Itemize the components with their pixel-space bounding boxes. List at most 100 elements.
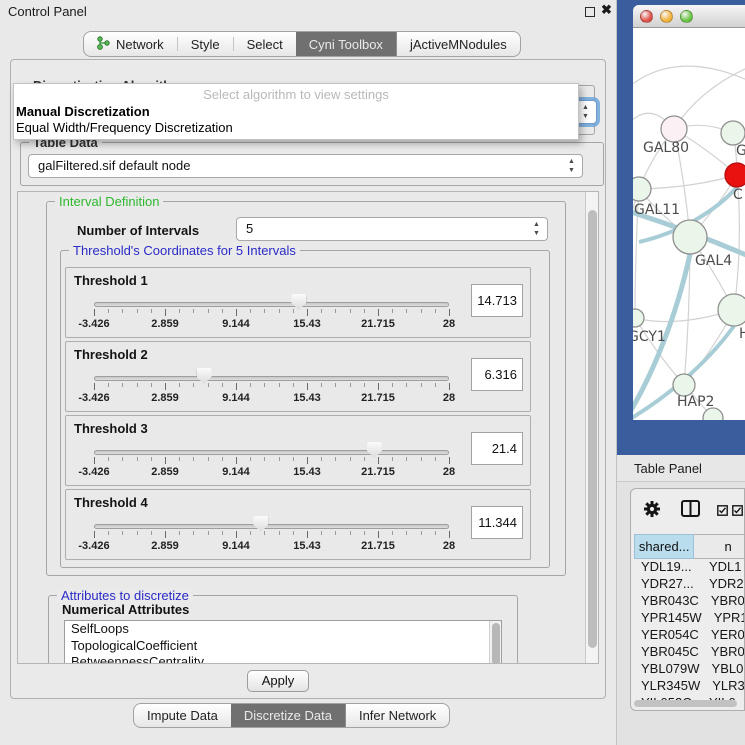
table-row[interactable]: YBR043CYBR0 <box>634 593 745 610</box>
tick-mark <box>335 309 336 313</box>
scale-label: 28 <box>419 466 479 478</box>
tick-mark <box>279 531 280 535</box>
close-icon[interactable]: ✖ <box>601 2 612 18</box>
threshold-label: Threshold 2 <box>74 347 148 362</box>
apply-button[interactable]: Apply <box>247 670 309 692</box>
tick-mark <box>406 457 407 461</box>
scale-label: 21.715 <box>348 466 408 478</box>
settings-scrollbar[interactable] <box>585 192 598 663</box>
slider-track[interactable] <box>94 302 449 307</box>
attributes-scrollbar[interactable] <box>489 621 501 664</box>
network-edge[interactable] <box>674 68 745 129</box>
threshold-value-field[interactable]: 6.316 <box>471 358 523 391</box>
num-intervals-combobox[interactable]: 5 ▲▼ <box>236 217 548 241</box>
network-node-label: H <box>739 326 745 342</box>
network-node-node-top-right[interactable] <box>721 121 745 145</box>
mac-minimize-button[interactable] <box>660 10 673 23</box>
table-horizontal-scrollbar[interactable] <box>633 700 744 708</box>
threshold-value-field[interactable]: 14.713 <box>471 284 523 317</box>
tab-impute-data[interactable]: Impute Data <box>134 704 231 727</box>
scale-label: 28 <box>419 318 479 330</box>
attribute-list-item[interactable]: SelfLoops <box>65 621 501 638</box>
tick-mark <box>264 383 265 387</box>
tab-style[interactable]: Style <box>178 32 233 56</box>
attribute-list-item[interactable]: TopologicalCoefficient <box>65 638 501 655</box>
threshold-row: Threshold 1-3.4262.8599.14415.4321.71528… <box>65 267 531 338</box>
slider-thumb[interactable] <box>253 516 268 532</box>
table-row[interactable]: YBL079WYBL0 <box>634 661 745 678</box>
network-node-red-node[interactable] <box>725 163 745 187</box>
slider-thumb[interactable] <box>291 294 306 310</box>
tick-mark <box>307 531 308 538</box>
network-node-node-right-mid[interactable] <box>718 294 745 326</box>
network-node-GAL80[interactable] <box>661 116 687 142</box>
table-row[interactable]: YDL19...YDL1 <box>634 559 745 576</box>
tick-mark <box>321 309 322 313</box>
tick-mark <box>350 309 351 313</box>
slider-track[interactable] <box>94 450 449 455</box>
tab-infer-network[interactable]: Infer Network <box>345 704 449 727</box>
checkbox-checked-icon[interactable] <box>732 503 743 521</box>
tick-mark <box>421 383 422 387</box>
scale-label: 2.859 <box>135 540 195 552</box>
scale-label: 2.859 <box>135 318 195 330</box>
slider-track[interactable] <box>94 524 449 529</box>
scale-label: 21.715 <box>348 318 408 330</box>
cell-shared-name: YBL079W <box>634 661 700 678</box>
network-node-HAP2[interactable] <box>673 374 695 396</box>
numerical-attributes-list[interactable]: SelfLoopsTopologicalCoefficientBetweenne… <box>64 620 502 664</box>
table-row[interactable]: YDR27...YDR2 <box>634 576 745 593</box>
table-rows[interactable]: YDL19...YDL1YDR27...YDR2YBR043CYBR0YPR14… <box>634 559 745 700</box>
slider-thumb[interactable] <box>197 368 212 384</box>
table-row[interactable]: YER054CYER0 <box>634 627 745 644</box>
tab-network[interactable]: Network <box>84 32 177 56</box>
cell-shared-name: YDR27... <box>634 576 697 593</box>
network-canvas[interactable]: GAL80GACGAL11GAL4HGCY1HAP2 <box>633 28 745 420</box>
tick-mark <box>165 383 166 390</box>
tick-mark <box>208 383 209 387</box>
popup-item-manual-discretization[interactable]: Manual Discretization <box>14 104 578 119</box>
cyni-toolbox-panel: Discretization Algorithm ▲▼ Select algor… <box>10 59 606 699</box>
threshold-row: Threshold 3-3.4262.8599.14415.4321.71528… <box>65 415 531 486</box>
threshold-value-field[interactable]: 21.4 <box>471 432 523 465</box>
tick-mark <box>307 383 308 390</box>
tick-mark <box>137 383 138 387</box>
tick-mark <box>208 531 209 535</box>
table-row[interactable]: YBR045CYBR0 <box>634 644 745 661</box>
threshold-value-field[interactable]: 11.344 <box>471 506 523 539</box>
table-data-combobox[interactable]: galFiltered.sif default node ▲▼ <box>28 154 583 178</box>
column-header-name[interactable]: n <box>694 534 745 559</box>
mac-close-button[interactable] <box>640 10 653 23</box>
network-node-label: GAL80 <box>643 140 689 156</box>
gear-icon[interactable] <box>643 500 661 523</box>
tab-select[interactable]: Select <box>234 32 296 56</box>
tab-jactivemnodules[interactable]: jActiveMNodules <box>396 32 520 56</box>
stepper-arrows-icon: ▲▼ <box>581 103 590 121</box>
tick-mark <box>222 457 223 461</box>
attribute-list-item[interactable]: BetweennessCentrality <box>65 654 501 664</box>
network-node-GAL4[interactable] <box>673 220 707 254</box>
group-label: Interval Definition <box>55 194 163 209</box>
columns-icon[interactable] <box>681 500 700 522</box>
tick-mark <box>122 309 123 313</box>
tab-discretize-data[interactable]: Discretize Data <box>231 704 345 727</box>
table-row[interactable]: YPR145WYPR1 <box>634 610 745 627</box>
network-edge[interactable] <box>639 175 737 189</box>
network-node-label: GCY1 <box>633 329 666 345</box>
tick-mark <box>137 309 138 313</box>
network-node-GAL11[interactable] <box>633 177 651 201</box>
popup-item-equal-width-frequency[interactable]: Equal Width/Frequency Discretization <box>14 120 578 135</box>
tab-cyni-toolbox[interactable]: Cyni Toolbox <box>296 32 396 56</box>
tick-mark <box>250 457 251 461</box>
network-node-label: GAL11 <box>634 202 680 218</box>
slider-thumb[interactable] <box>367 442 382 458</box>
network-node-label: C <box>733 187 743 203</box>
checkbox-checked-icon[interactable] <box>717 503 728 521</box>
table-row[interactable]: YLR345WYLR3 <box>634 678 745 695</box>
float-window-icon[interactable] <box>585 7 595 17</box>
mac-zoom-button[interactable] <box>680 10 693 23</box>
slider-track[interactable] <box>94 376 449 381</box>
network-node-GCY1[interactable] <box>633 309 644 327</box>
scale-label: 9.144 <box>206 466 266 478</box>
column-header-shared[interactable]: shared... <box>634 534 694 559</box>
